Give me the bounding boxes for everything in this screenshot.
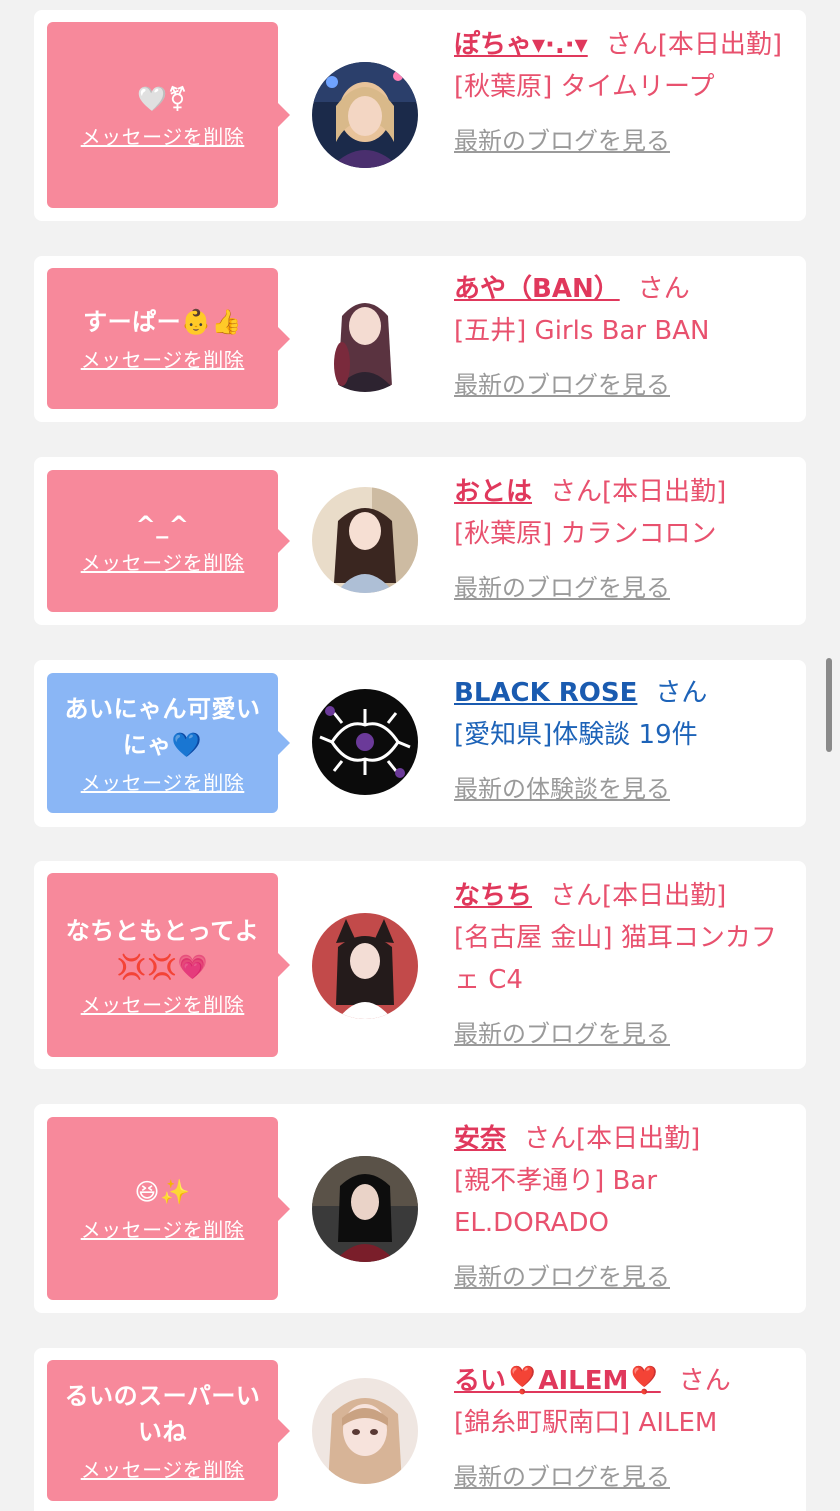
- cast-name-link[interactable]: ぽちゃ▾·.·▾: [454, 30, 588, 60]
- message-bubble: なちともとってよ💢💢💗 メッセージを削除: [47, 873, 290, 1057]
- message-bubble: すーぱー👶👍 メッセージを削除: [47, 268, 290, 409]
- cast-name-link[interactable]: あや（BAN）: [454, 274, 620, 304]
- review-count-label: [愛知県]体験談 19件: [454, 720, 698, 750]
- message-text: あいにゃん可愛いにゃ💙: [64, 694, 261, 759]
- blog-link[interactable]: 最新のブログを見る: [454, 364, 799, 406]
- cast-name-link[interactable]: なちち: [454, 881, 532, 911]
- cast-name-link[interactable]: 安奈: [454, 1124, 506, 1154]
- shop-label: [錦糸町駅南口] AILEM: [454, 1408, 718, 1438]
- entry-info: なちち さん[本日出勤] [名古屋 金山] 猫耳コンカフェ C4 最新のブログを見…: [454, 875, 799, 1055]
- message-bubble: 🤍⚧ メッセージを削除: [47, 22, 290, 208]
- list-item: ^_^ メッセージを削除 おとは さん[本日出勤] [秋葉原] カランコロン 最新…: [34, 457, 806, 625]
- list-item: すーぱー👶👍 メッセージを削除 あや（BAN） さん [五井] Girls Bar…: [34, 256, 806, 422]
- scrollbar-thumb[interactable]: [826, 658, 832, 752]
- delete-message-link[interactable]: メッセージを削除: [81, 1214, 245, 1243]
- shop-label: [秋葉原] タイムリープ: [454, 72, 715, 102]
- delete-message-link[interactable]: メッセージを削除: [81, 344, 245, 373]
- message-bubble: あいにゃん可愛いにゃ💙 メッセージを削除: [47, 673, 290, 813]
- delete-message-link[interactable]: メッセージを削除: [81, 1454, 245, 1483]
- review-link[interactable]: 最新の体験談を見る: [454, 768, 799, 810]
- delete-message-link[interactable]: メッセージを削除: [81, 547, 245, 576]
- avatar[interactable]: [312, 913, 418, 1019]
- delete-message-link[interactable]: メッセージを削除: [81, 767, 245, 796]
- entry-info: 安奈 さん[本日出勤] [親不孝通り] Bar EL.DORADO 最新のブログを…: [454, 1118, 799, 1298]
- message-text: 🤍⚧: [137, 84, 188, 113]
- entry-info: あや（BAN） さん [五井] Girls Bar BAN 最新のブログを見る: [454, 268, 799, 406]
- blog-link[interactable]: 最新のブログを見る: [454, 1456, 799, 1498]
- list-item: 🤍⚧ メッセージを削除 ぽちゃ▾·.·▾ さん[本日出勤] [秋葉原] タイムリー…: [34, 10, 806, 221]
- message-bubble: ^_^ メッセージを削除: [47, 470, 290, 612]
- message-text: 😆✨: [134, 1178, 191, 1206]
- cast-name-link[interactable]: おとは: [454, 477, 532, 507]
- message-text: なちともとってよ💢💢💗: [65, 916, 260, 981]
- blog-link[interactable]: 最新のブログを見る: [454, 1256, 799, 1298]
- entry-info: おとは さん[本日出勤] [秋葉原] カランコロン 最新のブログを見る: [454, 471, 799, 609]
- shop-label: [秋葉原] カランコロン: [454, 519, 717, 549]
- honorific: さん: [655, 678, 708, 708]
- entry-info: BLACK ROSE さん [愛知県]体験談 19件 最新の体験談を見る: [454, 672, 799, 810]
- avatar[interactable]: [312, 62, 418, 168]
- message-bubble: 😆✨ メッセージを削除: [47, 1117, 290, 1300]
- entry-info: ぽちゃ▾·.·▾ さん[本日出勤] [秋葉原] タイムリープ 最新のブログを見る: [454, 24, 799, 162]
- honorific: さん: [605, 30, 658, 60]
- avatar[interactable]: [312, 487, 418, 593]
- blog-link[interactable]: 最新のブログを見る: [454, 1013, 799, 1055]
- honorific: さん: [550, 477, 603, 507]
- list-item: 😆✨ メッセージを削除 安奈 さん[本日出勤] [親不孝通り] Bar EL.DO…: [34, 1104, 806, 1313]
- list-item: なちともとってよ💢💢💗 メッセージを削除 なちち さん[本日出勤] [名古屋 金山…: [34, 861, 806, 1069]
- list-item: あいにゃん可愛いにゃ💙 メッセージを削除 BLACK ROSE さん [愛知県]体…: [34, 660, 806, 827]
- honorific: さん: [550, 881, 603, 911]
- status-badge: [本日出勤]: [602, 477, 727, 507]
- avatar[interactable]: [312, 689, 418, 795]
- message-text: すーぱー👶👍: [83, 308, 242, 336]
- honorific: さん: [637, 274, 690, 304]
- avatar[interactable]: [312, 1156, 418, 1262]
- message-text: ^_^: [135, 510, 190, 539]
- blog-link[interactable]: 最新のブログを見る: [454, 120, 799, 162]
- shop-label: [五井] Girls Bar BAN: [454, 316, 710, 346]
- status-badge: [本日出勤]: [602, 881, 727, 911]
- blog-link[interactable]: 最新のブログを見る: [454, 567, 799, 609]
- honorific: さん: [524, 1124, 577, 1154]
- list-item: るいのスーパーいいね メッセージを削除 るい❣️AILEM❣️ さん [錦糸町駅南…: [34, 1348, 806, 1511]
- entry-info: るい❣️AILEM❣️ さん [錦糸町駅南口] AILEM 最新のブログを見る: [454, 1360, 799, 1498]
- delete-message-link[interactable]: メッセージを削除: [81, 121, 245, 150]
- cast-name-link[interactable]: るい❣️AILEM❣️: [454, 1366, 661, 1396]
- reviewer-name-link[interactable]: BLACK ROSE: [454, 678, 637, 708]
- avatar[interactable]: [312, 1378, 418, 1484]
- honorific: さん: [678, 1366, 731, 1396]
- status-badge: [本日出勤]: [657, 30, 783, 60]
- delete-message-link[interactable]: メッセージを削除: [81, 989, 245, 1018]
- shop-label: [名古屋 金山] 猫耳コンカフェ C4: [454, 923, 777, 995]
- message-bubble: るいのスーパーいいね メッセージを削除: [47, 1360, 290, 1501]
- message-text: るいのスーパーいいね: [64, 1382, 261, 1446]
- status-badge: [本日出勤]: [576, 1124, 701, 1154]
- shop-label: [親不孝通り] Bar EL.DORADO: [454, 1166, 658, 1238]
- avatar[interactable]: [312, 286, 418, 392]
